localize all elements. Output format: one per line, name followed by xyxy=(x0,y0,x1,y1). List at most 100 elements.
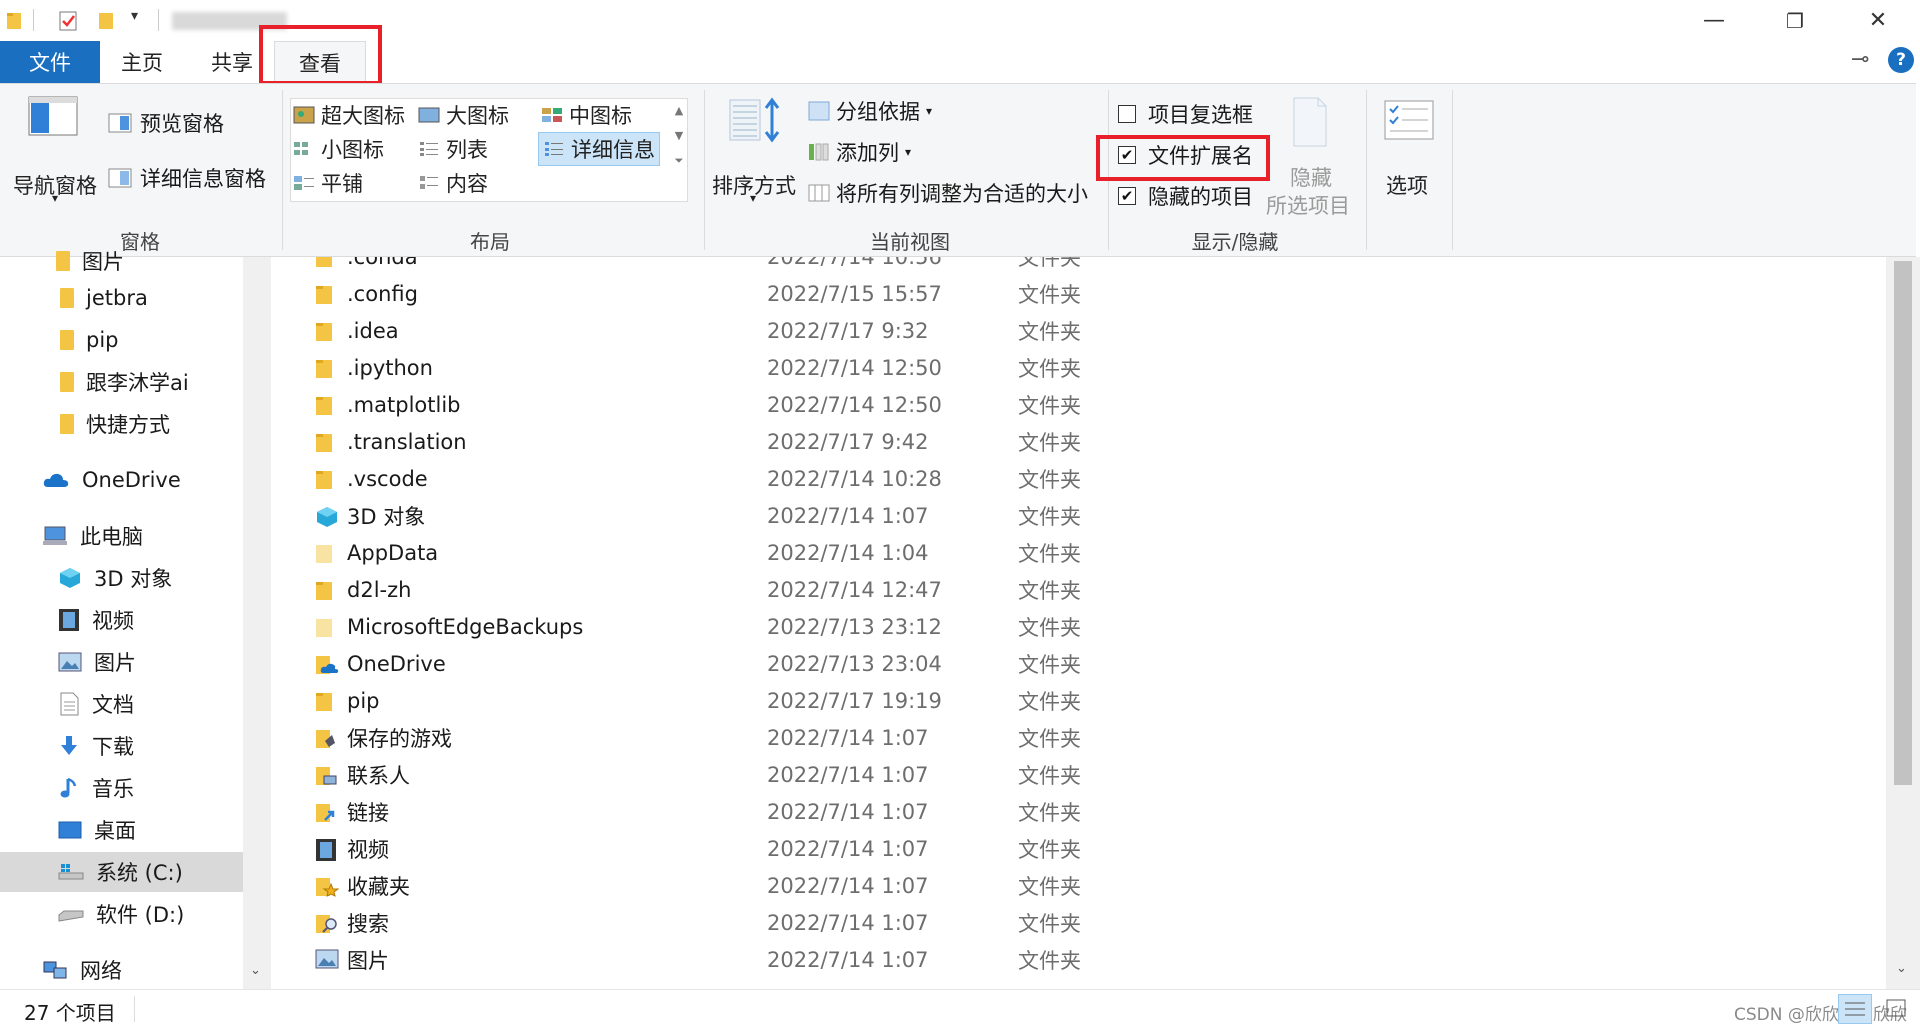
file-date-modified: 2022/7/14 1:04 xyxy=(767,540,929,565)
file-row[interactable]: 图片 2022/7/14 1:07 文件夹 xyxy=(271,941,1886,978)
nav-pane-scrollbar[interactable]: ⌄ xyxy=(243,257,271,989)
hidden-items-label: 隐藏的项目 xyxy=(1148,185,1253,209)
hidden-items-checkbox[interactable]: ✔ xyxy=(1118,187,1136,205)
large-icons-view-button[interactable] xyxy=(1880,994,1912,1024)
nav-item-pictures-quick[interactable]: 图片 xyxy=(56,241,124,281)
file-row[interactable]: AppData 2022/7/14 1:04 文件夹 xyxy=(271,534,1886,571)
scroll-up-icon[interactable]: ▲ xyxy=(675,104,683,117)
restore-button[interactable]: ❐ xyxy=(1755,0,1835,41)
file-row[interactable]: .vscode 2022/7/14 10:28 文件夹 xyxy=(271,460,1886,497)
file-row[interactable]: .config 2022/7/15 15:57 文件夹 xyxy=(271,275,1886,312)
group-by-button[interactable]: 分组依据 ▾ xyxy=(808,96,932,126)
scroll-down-icon[interactable]: ▼ xyxy=(675,129,683,142)
hidden-items-toggle[interactable]: ✔ 隐藏的项目 xyxy=(1118,182,1253,210)
nav-item-label: 系统 (C:) xyxy=(96,861,183,885)
item-count: 27 个项目 xyxy=(24,1001,116,1025)
details-pane-button[interactable]: 详细信息窗格 xyxy=(108,163,266,193)
new-folder-icon[interactable] xyxy=(98,10,114,30)
pin-ribbon-icon[interactable]: ⊸ xyxy=(1851,47,1869,72)
hide-selected-button[interactable]: 隐藏 所选项目 xyxy=(1266,96,1356,218)
nav-item-shortcuts[interactable]: 快捷方式 xyxy=(60,404,170,444)
nav-item-3d-objects[interactable]: 3D 对象 xyxy=(58,558,172,598)
layout-list[interactable]: 列表 xyxy=(418,134,488,164)
nav-item-music[interactable]: 音乐 xyxy=(58,768,134,808)
file-row[interactable]: .idea 2022/7/17 9:32 文件夹 xyxy=(271,312,1886,349)
file-row[interactable]: .conda 2022/7/14 10:56 文件夹 xyxy=(271,257,1886,275)
nav-item-downloads[interactable]: 下载 xyxy=(58,726,134,766)
details-view-button[interactable] xyxy=(1838,994,1872,1024)
nav-item-label: 此电脑 xyxy=(80,525,143,549)
add-column-button[interactable]: 添加列 ▾ xyxy=(808,137,911,167)
file-row[interactable]: 视频 2022/7/14 1:07 文件夹 xyxy=(271,830,1886,867)
folder-icon xyxy=(60,414,74,434)
nav-item-drive-d[interactable]: 软件 (D:) xyxy=(58,894,184,934)
tab-home[interactable]: 主页 xyxy=(100,41,184,83)
file-row[interactable]: .translation 2022/7/17 9:42 文件夹 xyxy=(271,423,1886,460)
nav-item-pictures[interactable]: 图片 xyxy=(58,642,136,682)
layout-small-icons[interactable]: 小图标 xyxy=(293,134,384,164)
scrollbar-thumb[interactable] xyxy=(1894,261,1912,785)
layout-extra-large-icons-label: 超大图标 xyxy=(321,104,405,128)
nav-item-desktop[interactable]: 桌面 xyxy=(58,810,136,850)
navigation-pane-button[interactable]: 导航窗格 ▾ xyxy=(6,94,104,212)
divider xyxy=(282,90,283,250)
tiles-icon xyxy=(294,176,314,190)
qat-dropdown-icon[interactable]: ▾ xyxy=(131,8,138,24)
options-button[interactable]: 选项 xyxy=(1374,94,1444,212)
drive-icon xyxy=(58,910,84,922)
item-checkboxes-checkbox[interactable] xyxy=(1118,105,1136,123)
nav-item-limu[interactable]: 跟李沐学ai xyxy=(60,362,189,402)
scroll-down-icon[interactable]: ⌄ xyxy=(250,963,261,978)
tab-file[interactable]: 文件 xyxy=(0,41,100,83)
nav-item-drive-c[interactable]: 系统 (C:) xyxy=(0,852,243,892)
nav-item-label: 软件 (D:) xyxy=(96,903,185,927)
file-row[interactable]: .matplotlib 2022/7/14 12:50 文件夹 xyxy=(271,386,1886,423)
layout-large-icons[interactable]: 大图标 xyxy=(418,100,509,130)
file-list-scrollbar[interactable]: ⌄ xyxy=(1886,257,1920,989)
file-name: 联系人 xyxy=(347,763,410,788)
preview-pane-button[interactable]: 预览窗格 xyxy=(108,108,224,138)
file-row[interactable]: MicrosoftEdgeBackups 2022/7/13 23:12 文件夹 xyxy=(271,608,1886,645)
file-row[interactable]: 联系人 2022/7/14 1:07 文件夹 xyxy=(271,756,1886,793)
sort-by-button[interactable]: 排序方式 ▾ xyxy=(712,94,802,212)
gallery-more-icon[interactable]: ⏷ xyxy=(675,154,684,168)
file-date-modified: 2022/7/17 9:42 xyxy=(767,429,929,454)
layout-gallery-scroller[interactable]: ▲ ▼ ⏷ xyxy=(670,100,688,200)
file-row[interactable]: 收藏夹 2022/7/14 1:07 文件夹 xyxy=(271,867,1886,904)
file-row[interactable]: d2l-zh 2022/7/14 12:47 文件夹 xyxy=(271,571,1886,608)
file-row[interactable]: 搜索 2022/7/14 1:07 文件夹 xyxy=(271,904,1886,941)
layout-tiles[interactable]: 平铺 xyxy=(293,168,363,198)
file-row[interactable]: 保存的游戏 2022/7/14 1:07 文件夹 xyxy=(271,719,1886,756)
nav-item-label: jetbra xyxy=(86,286,148,310)
nav-item-documents[interactable]: 文档 xyxy=(58,684,134,724)
layout-details-label: 详细信息 xyxy=(571,138,655,162)
properties-icon[interactable] xyxy=(58,10,78,32)
hide-selected-label-line1: 隐藏 xyxy=(1290,166,1332,190)
nav-item-jetbra[interactable]: jetbra xyxy=(60,278,148,318)
games-folder-icon xyxy=(315,727,335,749)
group-label-layout: 布局 xyxy=(470,230,510,254)
file-row[interactable]: OneDrive 2022/7/13 23:04 文件夹 xyxy=(271,645,1886,682)
layout-extra-large-icons[interactable]: 超大图标 xyxy=(293,100,405,130)
fit-columns-button[interactable]: 将所有列调整为合适的大小 xyxy=(808,178,1088,208)
nav-item-videos[interactable]: 视频 xyxy=(58,600,134,640)
layout-content[interactable]: 内容 xyxy=(418,168,488,198)
nav-item-network[interactable]: 网络 xyxy=(42,950,122,990)
file-date-modified: 2022/7/14 1:07 xyxy=(767,910,929,935)
file-row[interactable]: .ipython 2022/7/14 12:50 文件夹 xyxy=(271,349,1886,386)
scroll-down-icon[interactable]: ⌄ xyxy=(1896,961,1907,976)
file-type: 文件夹 xyxy=(1018,541,1081,566)
nav-item-this-pc[interactable]: 此电脑 xyxy=(42,516,143,556)
close-button[interactable]: ✕ xyxy=(1838,0,1918,41)
file-row[interactable]: pip 2022/7/17 19:19 文件夹 xyxy=(271,682,1886,719)
file-row[interactable]: 3D 对象 2022/7/14 1:07 文件夹 xyxy=(271,497,1886,534)
minimize-button[interactable]: — xyxy=(1674,0,1754,41)
help-icon[interactable]: ? xyxy=(1888,47,1914,73)
nav-item-onedrive[interactable]: OneDrive xyxy=(42,460,181,500)
nav-item-pip[interactable]: pip xyxy=(60,320,119,360)
layout-medium-icons[interactable]: 中图标 xyxy=(541,100,632,130)
item-checkboxes-toggle[interactable]: 项目复选框 xyxy=(1118,100,1253,128)
nav-item-label: pip xyxy=(86,328,119,352)
layout-details[interactable]: 详细信息 xyxy=(538,132,660,166)
file-row[interactable]: 链接 2022/7/14 1:07 文件夹 xyxy=(271,793,1886,830)
